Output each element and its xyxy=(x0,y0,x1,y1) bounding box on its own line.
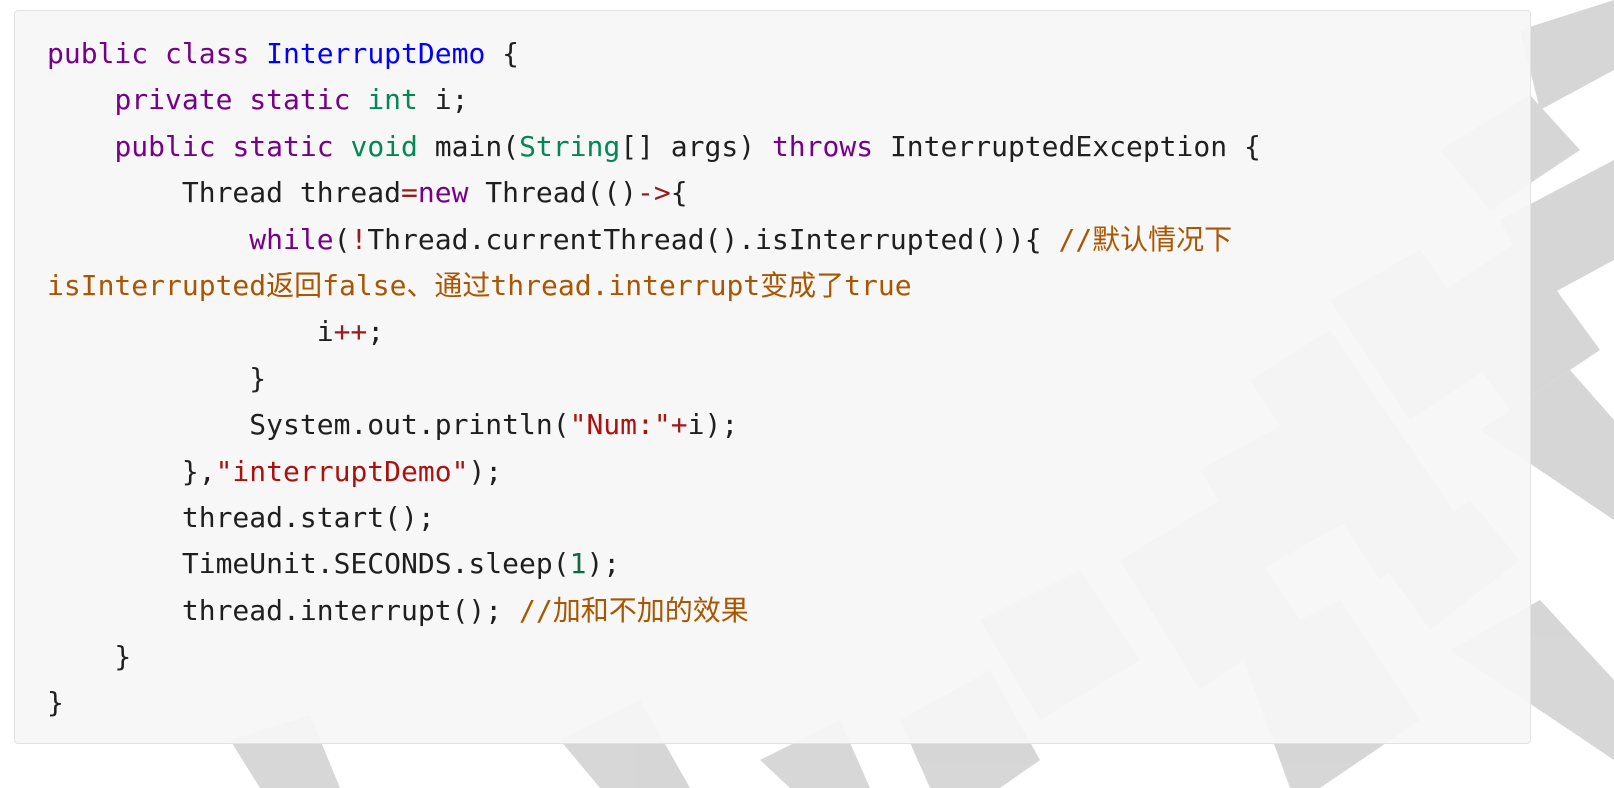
code-block: public class InterruptDemo { private sta… xyxy=(14,10,1531,744)
code-token: = xyxy=(401,176,418,210)
code-token: + xyxy=(670,408,688,442)
code-line: isInterrupted返回false、通过thread.interrupt变… xyxy=(47,263,1261,309)
code-token: ! xyxy=(350,222,368,256)
code-token: InterruptedException { xyxy=(873,129,1261,163)
code-line: thread.start(); xyxy=(47,495,1261,541)
code-token: while xyxy=(249,222,334,256)
code-token: } xyxy=(47,686,64,720)
code-token: void xyxy=(350,129,418,163)
code-token: [] args) xyxy=(620,129,772,163)
code-token: ); xyxy=(586,547,621,581)
code-token: i); xyxy=(687,408,739,442)
code-text: public class InterruptDemo { private sta… xyxy=(47,31,1261,727)
code-token: { xyxy=(670,176,688,210)
code-token: { xyxy=(485,37,520,70)
code-token: TimeUnit.SECONDS.sleep( xyxy=(47,547,570,581)
code-line: } xyxy=(47,634,1261,680)
code-line: },"interruptDemo"); xyxy=(47,449,1261,495)
code-line: public class InterruptDemo { xyxy=(47,31,1261,77)
code-token: InterruptDemo xyxy=(266,37,486,70)
code-token: "interruptDemo" xyxy=(215,454,469,488)
code-token: throws xyxy=(771,129,874,163)
code-token: new xyxy=(417,176,469,210)
code-token: Thread(() xyxy=(468,176,638,210)
code-token: 1 xyxy=(569,547,587,581)
code-token: thread.start(); xyxy=(47,500,435,534)
code-token: public xyxy=(47,37,149,70)
code-token: i; xyxy=(417,83,469,117)
code-token: main( xyxy=(417,129,520,163)
code-token: Thread.currentThread().isInterrupted()){ xyxy=(367,222,1059,256)
code-token: isInterrupted返回false、通过thread.interrupt变… xyxy=(47,268,912,302)
code-token: thread.interrupt(); xyxy=(47,593,520,627)
code-token: static xyxy=(249,83,351,117)
code-token: //加和不加的效果 xyxy=(519,593,749,627)
code-line: i++; xyxy=(47,309,1261,355)
code-token: class xyxy=(165,37,250,70)
code-token: "Num:" xyxy=(569,408,671,442)
code-token: String xyxy=(519,129,621,163)
code-token: public xyxy=(114,129,216,163)
code-line: public static void main(String[] args) t… xyxy=(47,124,1261,170)
code-line: thread.interrupt(); //加和不加的效果 xyxy=(47,588,1261,634)
code-token: int xyxy=(367,83,418,117)
code-token: Thread thread xyxy=(47,176,402,210)
code-line: private static int i; xyxy=(47,77,1261,123)
code-token: ); xyxy=(468,454,503,488)
code-line: } xyxy=(47,680,1261,726)
code-token: } xyxy=(47,640,132,674)
code-token: i xyxy=(47,315,334,349)
code-line: while(!Thread.currentThread().isInterrup… xyxy=(47,217,1261,263)
code-token: }, xyxy=(47,454,216,488)
code-line: Thread thread=new Thread(()->{ xyxy=(47,170,1261,216)
code-token: ; xyxy=(367,315,385,349)
code-token: System.out.println( xyxy=(47,408,570,442)
code-token: private xyxy=(114,83,233,117)
code-token: static xyxy=(232,129,334,163)
code-line: System.out.println("Num:"+i); xyxy=(47,402,1261,448)
code-token: //默认情况下 xyxy=(1058,222,1233,256)
code-token: } xyxy=(47,361,267,395)
code-line: } xyxy=(47,356,1261,402)
code-token: ( xyxy=(333,222,351,256)
code-token: ++ xyxy=(333,315,368,349)
code-line: TimeUnit.SECONDS.sleep(1); xyxy=(47,541,1261,587)
code-token: -> xyxy=(637,176,671,210)
